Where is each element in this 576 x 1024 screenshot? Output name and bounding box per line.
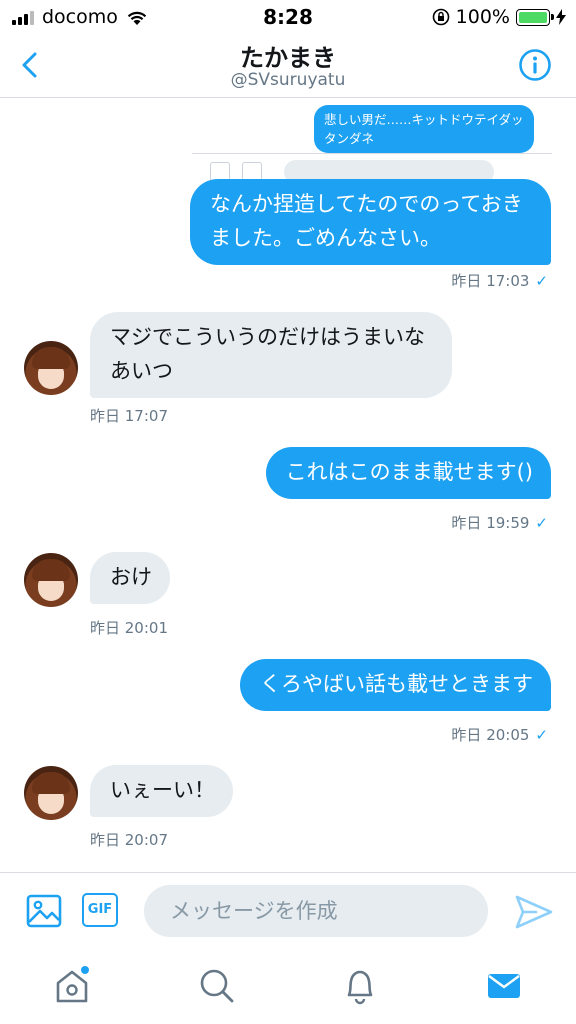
image-icon[interactable] [26,893,62,929]
charging-icon [556,9,566,25]
battery-percent: 100% [455,6,510,28]
conversation-title[interactable]: たかまき [0,38,576,73]
message-bubble-received[interactable]: いぇーい！ [90,765,233,817]
tab-bar [0,950,576,1024]
quoted-message[interactable]: 悲しい男だ……キットドウテイダッタンダネ [314,105,534,153]
message-text: いぇーい！ [110,778,215,802]
message-text: なんか捏造してたのでのっておきました。ごめんなさい。 [210,192,523,250]
message-timestamp: 昨日 17:03 [451,272,530,290]
message-text: おけ [110,565,152,589]
status-right: 100% [432,6,566,28]
avatar[interactable] [24,766,78,820]
search-icon[interactable] [196,966,236,1006]
message-meta: 昨日 19:59 ✓ [451,512,548,533]
dm-conversation-screen: docomo 8:28 100% たかまき @SVsuruyatu 悲しい男だ…… [0,0,576,1024]
message-timestamp: 昨日 17:07 [90,407,168,425]
bell-icon[interactable] [340,966,380,1006]
message-bubble-sent[interactable]: なんか捏造してたのでのっておきました。ごめんなさい。 [190,179,551,265]
message-timestamp: 昨日 20:07 [90,831,168,849]
conversation-header: たかまき @SVsuruyatu [0,34,576,98]
message-meta: 昨日 17:03 ✓ [451,270,548,291]
message-text: マジでこういうのだけはうまいなあいつ [110,325,425,383]
message-composer: GIF [0,872,576,950]
message-bubble-sent[interactable]: くろやばい話も載せときます [240,659,551,711]
info-icon[interactable] [518,48,552,82]
message-timestamp: 昨日 20:05 [451,726,530,744]
avatar[interactable] [24,553,78,607]
message-list[interactable]: 悲しい男だ……キットドウテイダッタンダネ なんか捏造してたのでのっておきました。… [0,99,576,872]
message-input[interactable] [144,885,488,937]
message-timestamp: 昨日 20:01 [90,619,168,637]
message-bubble-received[interactable]: おけ [90,552,170,604]
conversation-handle: @SVsuruyatu [230,70,346,90]
home-icon[interactable] [52,966,92,1006]
quoted-preview-strip [192,153,552,184]
rotation-lock-icon [432,8,449,26]
message-bubble-received[interactable]: マジでこういうのだけはうまいなあいつ [90,312,452,398]
message-timestamp: 昨日 19:59 [451,514,530,532]
send-icon[interactable] [514,893,554,931]
gif-button[interactable]: GIF [82,893,118,927]
message-text: くろやばい話も載せときます [260,672,533,696]
avatar[interactable] [24,341,78,395]
mail-icon[interactable] [484,966,524,1006]
message-text: これはこのまま載せます() [285,460,533,484]
message-meta: 昨日 20:05 ✓ [451,724,548,745]
quoted-message-text: 悲しい男だ……キットドウテイダッタンダネ [324,112,524,146]
message-bubble-sent[interactable]: これはこのまま載せます() [265,447,551,499]
battery-icon [516,8,554,26]
read-check-icon: ✓ [535,726,548,744]
read-check-icon: ✓ [535,272,548,290]
status-bar: docomo 8:28 100% [0,0,576,34]
read-check-icon: ✓ [535,514,548,532]
